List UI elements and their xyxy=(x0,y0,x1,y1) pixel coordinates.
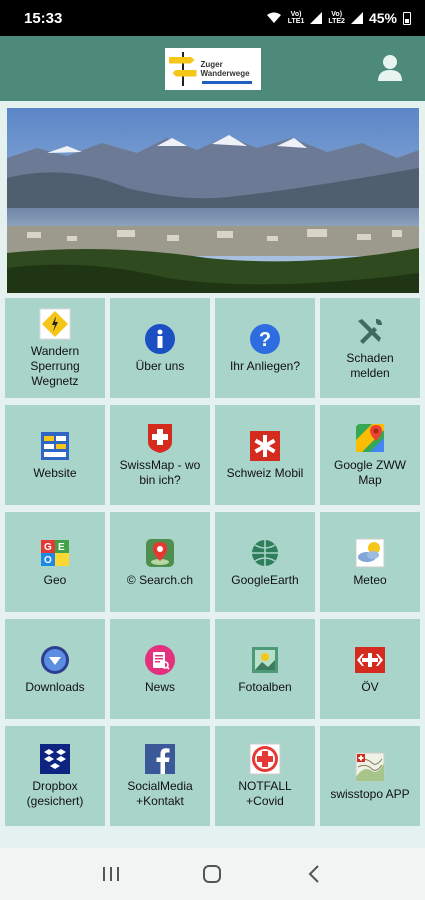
user-icon[interactable] xyxy=(377,54,403,82)
logo-line-1: Zuger xyxy=(200,59,223,69)
tile-label: Downloads xyxy=(25,679,85,694)
svg-text:E: E xyxy=(58,542,65,553)
photo-album-icon xyxy=(249,644,281,676)
tile-downloads[interactable]: Downloads xyxy=(5,619,105,719)
tile-label: swisstopo APP xyxy=(330,786,410,801)
website-icon xyxy=(39,430,71,462)
home-button[interactable] xyxy=(192,854,232,894)
hero-image xyxy=(7,108,419,293)
signal-icon xyxy=(350,12,363,24)
battery-icon xyxy=(403,11,411,25)
help-icon: ? xyxy=(249,323,281,355)
tile-swissmap[interactable]: SwissMap - wo bin ich? xyxy=(110,405,210,505)
google-maps-icon xyxy=(354,422,386,454)
tile-label: Dropbox (gesichert) xyxy=(26,779,84,808)
tile-schaden-melden[interactable]: Schaden melden xyxy=(320,298,420,398)
tile-label: Website xyxy=(33,465,77,480)
tile-geo[interactable]: GEO Geo xyxy=(5,512,105,612)
swiss-flag-icon xyxy=(144,422,176,454)
signal-icon xyxy=(310,12,323,24)
svg-text:G: G xyxy=(44,542,52,553)
tile-ueber-uns[interactable]: Über uns xyxy=(110,298,210,398)
tile-swisstopo[interactable]: swisstopo APP xyxy=(320,726,420,826)
tile-schweiz-mobil[interactable]: Schweiz Mobil xyxy=(215,405,315,505)
tile-fotoalben[interactable]: Fotoalben xyxy=(215,619,315,719)
status-icons: Vo) LTE1 Vo) LTE2 45% xyxy=(266,10,411,26)
geo-cubes-icon: GEO xyxy=(39,537,71,569)
tile-oev[interactable]: ÖV xyxy=(320,619,420,719)
menu-grid: Wandern Sperrung Wegnetz Über uns ? Ihr … xyxy=(5,298,421,826)
tile-label: News xyxy=(144,679,175,694)
app-header: Zuger Wanderwege xyxy=(0,36,425,101)
tile-label: Meteo xyxy=(353,572,387,587)
tile-label: Schaden melden xyxy=(346,351,394,380)
facebook-icon xyxy=(144,743,176,775)
tile-label: NOTFALL +Covid xyxy=(238,779,292,808)
sbb-icon xyxy=(354,644,386,676)
tile-ihr-anliegen[interactable]: ? Ihr Anliegen? xyxy=(215,298,315,398)
warning-sign-icon xyxy=(39,308,71,340)
tile-wandern-sperrung[interactable]: Wandern Sperrung Wegnetz xyxy=(5,298,105,398)
tile-label: Fotoalben xyxy=(238,679,292,694)
tile-label: Google ZWW Map xyxy=(333,458,406,487)
network-indicator-1: Vo) LTE1 xyxy=(287,11,305,25)
schweizmobil-icon xyxy=(249,430,281,462)
news-icon xyxy=(144,644,176,676)
tile-label: SocialMedia +Kontakt xyxy=(127,779,193,808)
weather-icon xyxy=(354,537,386,569)
back-button[interactable] xyxy=(294,854,334,894)
tile-label: ÖV xyxy=(361,679,379,694)
battery-percent: 45% xyxy=(368,10,397,26)
svg-text:O: O xyxy=(44,555,52,566)
tile-label: SwissMap - wo bin ich? xyxy=(119,458,201,487)
back-icon xyxy=(308,865,319,883)
app-logo[interactable]: Zuger Wanderwege xyxy=(164,47,261,90)
tile-dropbox[interactable]: Dropbox (gesichert) xyxy=(5,726,105,826)
home-icon xyxy=(203,865,222,883)
emergency-cross-icon xyxy=(249,743,281,775)
svg-text:?: ? xyxy=(259,329,271,351)
tile-label: GoogleEarth xyxy=(231,572,299,587)
recent-apps-icon xyxy=(102,867,119,881)
tile-label: Schweiz Mobil xyxy=(226,465,304,480)
wifi-icon xyxy=(266,12,281,23)
logo-text: Zuger Wanderwege xyxy=(201,60,250,78)
system-nav-bar xyxy=(0,848,425,900)
status-time: 15:33 xyxy=(24,9,63,27)
tile-news[interactable]: News xyxy=(110,619,210,719)
globe-icon xyxy=(249,537,281,569)
network-indicator-2: Vo) LTE2 xyxy=(328,11,345,25)
tile-socialmedia[interactable]: SocialMedia +Kontakt xyxy=(110,726,210,826)
tile-label: © Search.ch xyxy=(126,572,194,587)
tile-website[interactable]: Website xyxy=(5,405,105,505)
info-icon xyxy=(144,323,176,355)
download-icon xyxy=(39,644,71,676)
tile-label: Über uns xyxy=(135,358,185,373)
tools-icon xyxy=(354,315,386,347)
tile-label: Ihr Anliegen? xyxy=(229,358,301,373)
tile-meteo[interactable]: Meteo xyxy=(320,512,420,612)
tile-search-ch[interactable]: © Search.ch xyxy=(110,512,210,612)
logo-line-2: Wanderwege xyxy=(200,68,250,78)
status-bar: 15:33 Vo) LTE1 Vo) LTE2 45% xyxy=(0,0,425,36)
tile-google-earth[interactable]: GoogleEarth xyxy=(215,512,315,612)
tile-notfall[interactable]: NOTFALL +Covid xyxy=(215,726,315,826)
dropbox-icon xyxy=(39,743,71,775)
recent-apps-button[interactable] xyxy=(91,854,131,894)
tile-google-zww-map[interactable]: Google ZWW Map xyxy=(320,405,420,505)
swisstopo-icon xyxy=(354,751,386,783)
tile-label: Geo xyxy=(43,572,67,587)
map-pin-icon xyxy=(144,537,176,569)
signpost-icon xyxy=(165,48,201,90)
tile-label: Wandern Sperrung Wegnetz xyxy=(30,343,80,388)
